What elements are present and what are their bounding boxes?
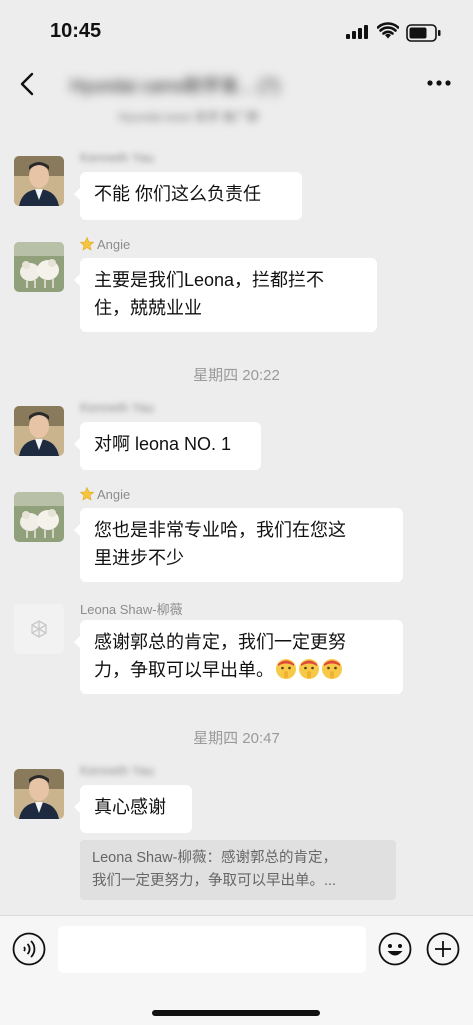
message-bubble[interactable]: 不能 你们这么负责任 [74,172,302,220]
sender-name: Kenneth Yau [80,150,154,165]
avatar[interactable] [14,604,64,654]
man-photo-icon [14,769,64,819]
sender-name: Angie [80,237,130,255]
message-bubble[interactable]: 主要是我们Leona，拦都拦不 住，兢兢业业 [74,258,377,332]
avatar[interactable] [14,406,64,456]
message-line: 您也是非常专业哈，我们在您这 [94,520,346,540]
man-photo-icon [14,156,64,206]
plus-icon[interactable] [426,932,460,966]
message-line: 住，兢兢业业 [94,298,202,318]
sheep-photo-icon [14,242,64,292]
shush-emoji-icon [322,659,342,679]
message-bubble[interactable]: 您也是非常专业哈，我们在您这 里进步不少 [74,508,403,582]
sheep-photo-icon [14,492,64,542]
message-line: 主要是我们Leona，拦都拦不 [94,270,325,290]
sender-name: Angie [80,487,130,505]
chat-header: Hyundai cams助学准... (7) Hyundai team 助学 推… [0,60,473,130]
avatar[interactable] [14,492,64,542]
message-bubble[interactable]: 真心感谢 [74,785,192,833]
smiley-icon[interactable] [378,932,412,966]
message-line: 里进步不少 [94,548,184,568]
sender-name: Kenneth Yau [80,763,154,778]
message-bubble[interactable]: 感谢郭总的肯定，我们一定更努 力，争取可以早出单。 [74,620,403,694]
sender-label: Angie [97,237,131,252]
avatar[interactable] [14,242,64,292]
avatar[interactable] [14,156,64,206]
man-photo-icon [14,406,64,456]
message-line: 力，争取可以早出单。 [94,656,389,684]
more-options-icon[interactable] [426,78,452,88]
star-badge-icon [80,487,94,501]
timestamp: 星期四 20:22 [193,367,280,384]
message-bubble[interactable]: 对啊 leona NO. 1 [74,422,261,470]
logo-avatar-icon [14,604,64,654]
battery-icon [406,24,441,42]
message-line: 感谢郭总的肯定，我们一定更努 [94,632,346,652]
quote-line: Leona Shaw-柳薇：感谢郭总的肯定， [92,850,337,866]
chat-subtitle: Hyundai team 助学 推广群 [118,110,259,124]
status-bar: 10:45 [0,0,473,60]
back-chevron-icon[interactable] [16,72,40,96]
shush-emoji-icon [276,659,296,679]
avatar[interactable] [14,769,64,819]
quoted-reply[interactable]: Leona Shaw-柳薇：感谢郭总的肯定， 我们一定更努力，争取可以早出单。.… [80,840,396,900]
chat-title: Hyundai cams助学准... (7) [70,76,281,96]
sender-label: Angie [97,487,131,502]
status-time: 10:45 [50,20,102,42]
input-bar [0,915,473,1025]
shush-emoji-icon [299,659,319,679]
voice-icon[interactable] [12,932,46,966]
quote-line: 我们一定更努力，争取可以早出单。... [92,873,337,889]
wifi-icon [377,22,399,39]
timestamp: 星期四 20:47 [193,730,280,747]
sender-name: Kenneth Yau [80,400,154,415]
signal-icon [346,25,368,39]
star-badge-icon [80,237,94,251]
message-text: 力，争取可以早出单。 [94,660,274,680]
home-indicator [152,1010,320,1016]
message-input[interactable] [58,926,366,973]
sender-name: Leona Shaw-柳薇 [80,602,183,617]
